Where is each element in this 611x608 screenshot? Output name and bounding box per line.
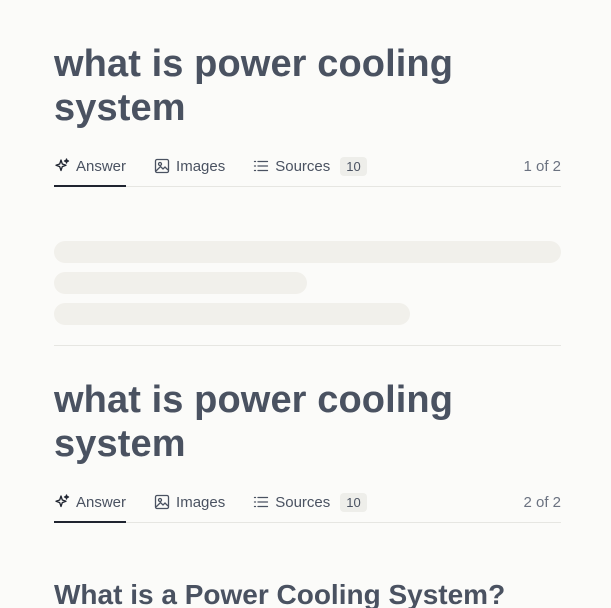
skeleton-line xyxy=(54,272,307,294)
tab-images-label: Images xyxy=(176,493,226,511)
thread-pager: 2 of 2 xyxy=(523,493,561,511)
result-tabs: Answer Images xyxy=(54,146,561,187)
tab-answer[interactable]: Answer xyxy=(54,146,127,187)
tab-answer[interactable]: Answer xyxy=(54,482,127,523)
thread-divider xyxy=(54,345,561,346)
result-tabs: Answer Images xyxy=(54,482,561,523)
tab-images[interactable]: Images xyxy=(154,146,225,186)
tab-images-label: Images xyxy=(176,157,226,175)
thread-1: what is power cooling system Answer Imag… xyxy=(54,42,561,334)
sparkles-icon xyxy=(54,494,70,510)
list-icon xyxy=(253,158,269,174)
list-icon xyxy=(253,494,269,510)
thread-2: what is power cooling system Answer Imag… xyxy=(54,378,561,523)
query-title: what is power cooling system xyxy=(54,43,454,129)
thread-pager: 1 of 2 xyxy=(523,157,561,175)
skeleton-line xyxy=(54,303,410,325)
tab-answer-label: Answer xyxy=(76,493,127,511)
answer-page: what is power cooling system Answer Imag… xyxy=(0,0,611,608)
tab-answer-label: Answer xyxy=(76,157,127,175)
sources-count-badge: 10 xyxy=(340,492,367,512)
tab-sources-label: Sources xyxy=(275,157,331,175)
tab-sources[interactable]: Sources 10 xyxy=(253,482,367,522)
sparkles-icon xyxy=(54,158,70,174)
tab-sources-label: Sources xyxy=(275,493,331,511)
tab-images[interactable]: Images xyxy=(154,482,225,522)
tab-sources[interactable]: Sources 10 xyxy=(253,146,367,186)
query-title: what is power cooling system xyxy=(54,379,454,465)
sources-count-badge: 10 xyxy=(340,156,367,176)
image-icon xyxy=(154,494,170,510)
image-icon xyxy=(154,158,170,174)
answer-heading: What is a Power Cooling System? xyxy=(54,579,506,608)
skeleton-line xyxy=(54,241,561,263)
loading-skeleton xyxy=(54,241,561,325)
